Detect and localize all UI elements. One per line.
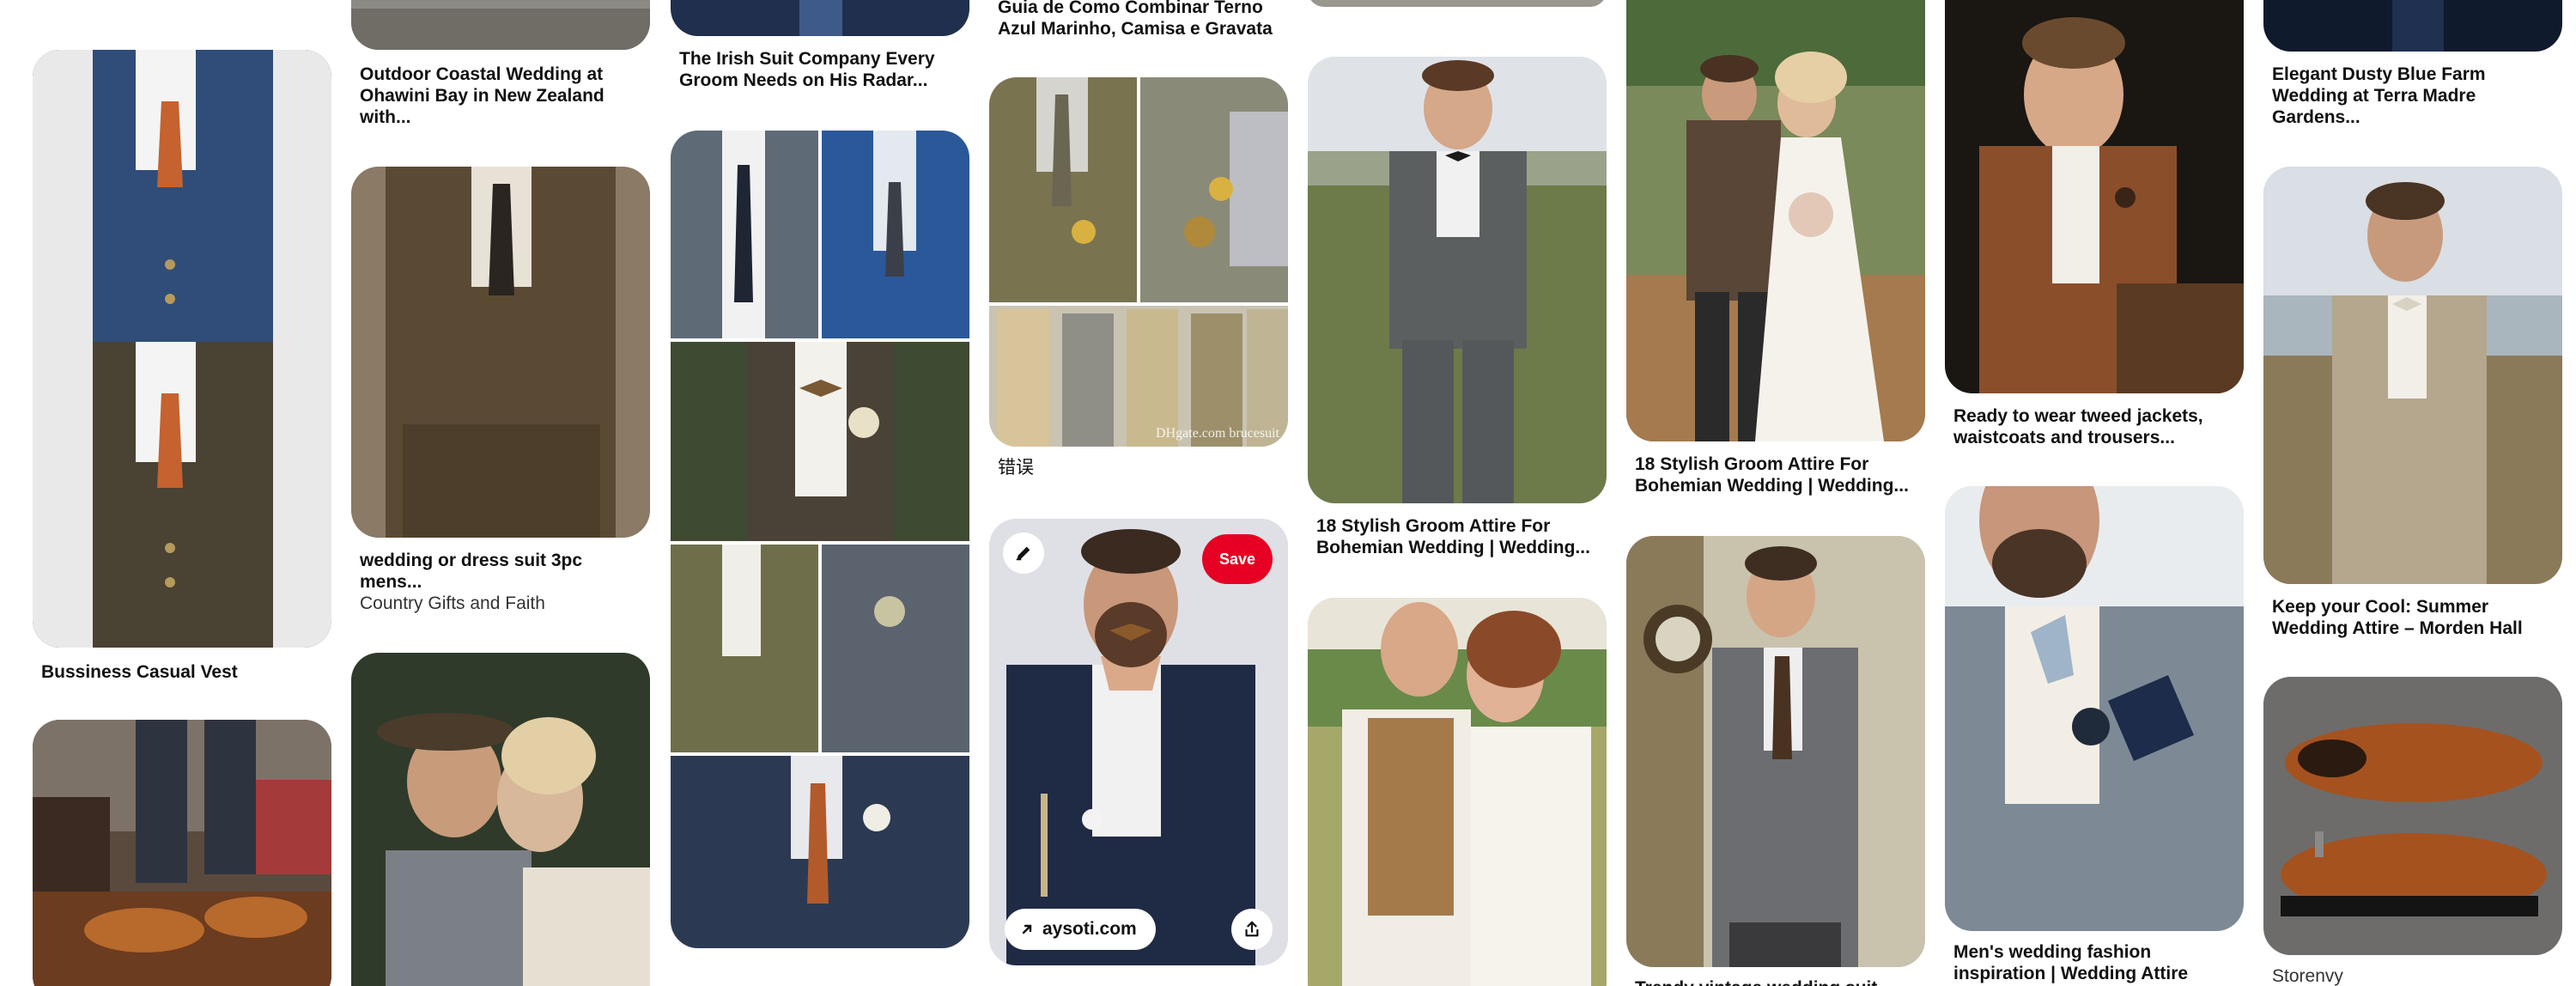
- edit-pin-button[interactable]: [1003, 533, 1044, 574]
- pin-title[interactable]: Ready to wear tweed jackets, waistcoats …: [1953, 405, 2235, 448]
- pin-title[interactable]: wedding or dress suit 3pc mens...: [360, 550, 641, 593]
- pin-title[interactable]: Guia de Como Combinar Terno Azul Marinho…: [998, 0, 1279, 40]
- pin-title[interactable]: Men's wedding fashion inspiration | Wedd…: [1953, 941, 2235, 984]
- share-icon: [1242, 920, 1261, 939]
- pin-image[interactable]: Save aysoti.com: [989, 519, 1288, 965]
- pin-image[interactable]: [671, 131, 969, 948]
- pin-title[interactable]: Outdoor Coastal Wedding at Ohawini Bay i…: [360, 64, 641, 128]
- pin-source[interactable]: Country Gifts and Faith: [360, 593, 641, 614]
- pin-title[interactable]: Trendy vintage wedding suit: [1635, 977, 1917, 986]
- pin-title[interactable]: 错误: [998, 457, 1279, 478]
- pin-image[interactable]: [33, 50, 331, 648]
- pin-image[interactable]: [1626, 536, 1925, 967]
- pin-title[interactable]: 18 Stylish Groom Attire For Bohemian Wed…: [1635, 453, 1917, 496]
- share-button[interactable]: [1231, 909, 1273, 950]
- pin-grid: Bussiness Casual Vest Outdoor Coastal We…: [0, 0, 2576, 986]
- pin-image[interactable]: [1945, 0, 2244, 393]
- arrow-up-right-icon: [1020, 922, 1034, 936]
- pin-title[interactable]: Keep your Cool: Summer Wedding Attire – …: [2272, 596, 2554, 639]
- pin-image[interactable]: [671, 0, 969, 36]
- pin-image[interactable]: [2263, 167, 2562, 584]
- pin-image[interactable]: [2263, 0, 2562, 52]
- pin-title[interactable]: The Irish Suit Company Every Groom Needs…: [679, 48, 961, 91]
- pin-image[interactable]: [351, 167, 650, 538]
- pin-image[interactable]: [1308, 0, 1607, 7]
- pin-image[interactable]: DHgate.com brucesuit: [989, 77, 1288, 447]
- pin-title[interactable]: Elegant Dusty Blue Farm Wedding at Terra…: [2272, 64, 2554, 128]
- pin-title[interactable]: 18 Stylish Groom Attire For Bohemian Wed…: [1316, 515, 1598, 558]
- pin-image[interactable]: [2263, 677, 2562, 955]
- pin-image[interactable]: [1308, 57, 1607, 503]
- pin-image[interactable]: [1626, 0, 1925, 441]
- pencil-icon: [1014, 544, 1033, 563]
- image-watermark: DHgate.com brucesuit: [1156, 426, 1279, 441]
- pin-image[interactable]: [33, 720, 331, 986]
- source-link-label: aysoti.com: [1042, 919, 1137, 939]
- pin-source[interactable]: Storenvy: [2272, 965, 2554, 986]
- pin-image[interactable]: [351, 653, 650, 986]
- pin-image[interactable]: [1308, 598, 1607, 986]
- pin-title[interactable]: Bussiness Casual Vest: [41, 661, 323, 683]
- pin-image[interactable]: [351, 0, 650, 50]
- save-button[interactable]: Save: [1202, 534, 1273, 584]
- pin-image[interactable]: [1945, 486, 2244, 931]
- source-link-button[interactable]: aysoti.com: [1005, 909, 1156, 950]
